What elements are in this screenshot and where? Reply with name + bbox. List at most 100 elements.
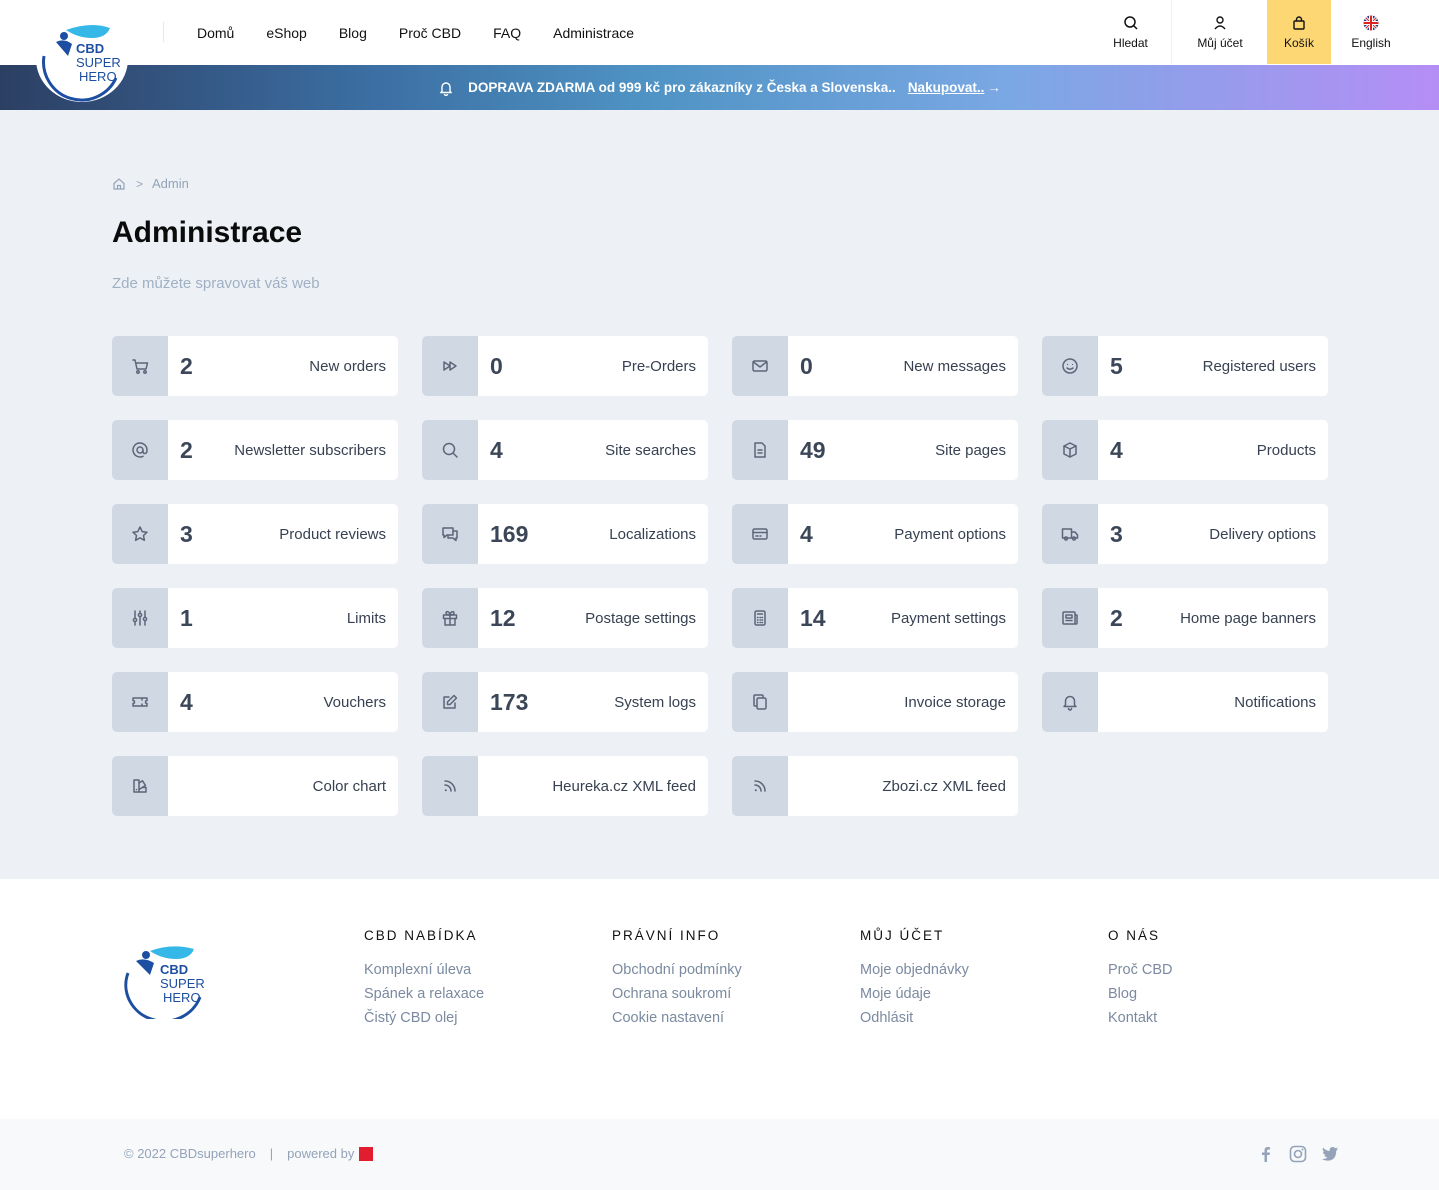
language-button[interactable]: English [1331,0,1411,64]
bell-icon [1063,695,1077,711]
nav-home[interactable]: Domů [197,25,234,41]
fast-forward-icon [443,361,457,371]
footer-logo[interactable]: CBD SUPER HERO [124,945,208,1023]
smiley-icon [1062,358,1078,374]
footer-link[interactable]: Obchodní podmínky [612,958,742,982]
admin-card[interactable]: 4 Products [1042,420,1328,480]
admin-card[interactable]: 2 Home page banners [1042,588,1328,648]
document-icon [754,442,766,458]
footer-bottom-bar: © 2022 CBDsuperhero | powered by [0,1119,1439,1190]
card-label: System logs [614,693,696,711]
nav-faq[interactable]: FAQ [493,25,521,41]
admin-card[interactable]: 49 Site pages [732,420,1018,480]
facebook-icon[interactable] [1256,1144,1276,1164]
footer-link[interactable]: Spánek a relaxace [364,982,484,1006]
search-button[interactable]: Hledat [1090,0,1172,64]
admin-card[interactable]: 14 Payment settings [732,588,1018,648]
instagram-icon[interactable] [1288,1144,1308,1164]
box-icon [1063,442,1077,458]
card-icon-box [422,756,478,816]
credit-card-icon [752,528,768,540]
palette-icon [133,779,147,793]
logo-text: CBD SUPER HERO [76,42,121,84]
admin-card[interactable]: 1 Limits [112,588,398,648]
admin-card[interactable]: Notifications [1042,672,1328,732]
footer-link[interactable]: Blog [1108,982,1172,1006]
truck-icon [1061,528,1079,541]
footer-link[interactable]: Komplexní úleva [364,958,484,982]
user-icon [1214,15,1226,29]
card-icon-box [732,588,788,648]
footer-link[interactable]: Kontakt [1108,1006,1172,1030]
nav-admin[interactable]: Administrace [553,25,634,41]
admin-card[interactable]: 173 System logs [422,672,708,732]
cart-icon [132,359,149,374]
mp-logo-icon[interactable] [359,1146,374,1161]
admin-card[interactable]: 4 Payment options [732,504,1018,564]
card-count: 3 [180,520,193,547]
card-label: Payment options [894,525,1006,543]
card-count: 4 [800,520,813,547]
card-count: 3 [1110,520,1123,547]
breadcrumb: > Admin [112,176,189,191]
card-label: Registered users [1202,357,1316,375]
footer-link[interactable]: Čistý CBD olej [364,1006,484,1030]
card-label: Newsletter subscribers [234,441,386,459]
footer-link[interactable]: Proč CBD [1108,958,1172,982]
footer-column-title: PRÁVNÍ INFO [612,928,721,943]
card-label: Invoice storage [904,693,1006,711]
footer-column-title: MŮJ ÚČET [860,928,945,943]
footer-link[interactable]: Moje objednávky [860,958,969,982]
site-logo[interactable]: CBD SUPER HERO [36,16,128,102]
admin-card[interactable]: 2 Newsletter subscribers [112,420,398,480]
search-icon [442,442,458,458]
admin-card[interactable]: Invoice storage [732,672,1018,732]
account-button[interactable]: Můj účet [1173,0,1267,64]
admin-card[interactable]: 3 Product reviews [112,504,398,564]
footer-column-account: MŮJ ÚČET Moje objednávky Moje údaje Odhl… [860,928,969,1030]
card-icon-box [422,420,478,480]
admin-card[interactable]: 4 Site searches [422,420,708,480]
copyright-text: © 2022 CBDsuperhero [124,1146,256,1161]
card-icon-box [422,504,478,564]
admin-card[interactable]: 169 Localizations [422,504,708,564]
copy-icon [753,694,767,710]
nav-blog[interactable]: Blog [339,25,367,41]
admin-card[interactable]: Zbozi.cz XML feed [732,756,1018,816]
admin-card[interactable]: 4 Vouchers [112,672,398,732]
admin-card[interactable]: 3 Delivery options [1042,504,1328,564]
logo-line-1: CBD [160,962,189,977]
calculator-icon [754,610,766,626]
twitter-icon[interactable] [1320,1144,1340,1164]
card-label: New messages [903,357,1006,375]
card-icon-box [732,504,788,564]
footer-link[interactable]: Cookie nastavení [612,1006,742,1030]
card-label: Notifications [1234,693,1316,711]
card-label: Products [1256,441,1316,459]
admin-card[interactable]: 0 Pre-Orders [422,336,708,396]
admin-card[interactable]: Heureka.cz XML feed [422,756,708,816]
admin-card[interactable]: Color chart [112,756,398,816]
card-count: 4 [1110,436,1123,463]
footer-link[interactable]: Ochrana soukromí [612,982,742,1006]
admin-card[interactable]: 0 New messages [732,336,1018,396]
card-icon-box [422,336,478,396]
admin-card[interactable]: 5 Registered users [1042,336,1328,396]
cart-button[interactable]: Košík [1267,0,1331,64]
footer-column-about: O NÁS Proč CBD Blog Kontakt [1108,928,1172,1030]
card-icon-box [112,672,168,732]
footer-link[interactable]: Odhlásit [860,1006,969,1030]
nav-eshop[interactable]: eShop [266,25,306,41]
admin-card[interactable]: 2 New orders [112,336,398,396]
footer-link[interactable]: Moje údaje [860,982,969,1006]
card-icon-box [1042,420,1098,480]
card-icon-box [732,420,788,480]
promo-link[interactable]: Nakupovat.. [908,80,985,95]
admin-card[interactable]: 12 Postage settings [422,588,708,648]
footer-logo-text: CBD SUPER HERO [160,963,205,1005]
logo-line-1: CBD [76,41,105,56]
site-header: CBD SUPER HERO Domů eShop Blog Proč CBD … [0,0,1439,102]
nav-why-cbd[interactable]: Proč CBD [399,25,461,41]
edit-icon [443,694,458,709]
home-icon[interactable] [112,177,126,191]
